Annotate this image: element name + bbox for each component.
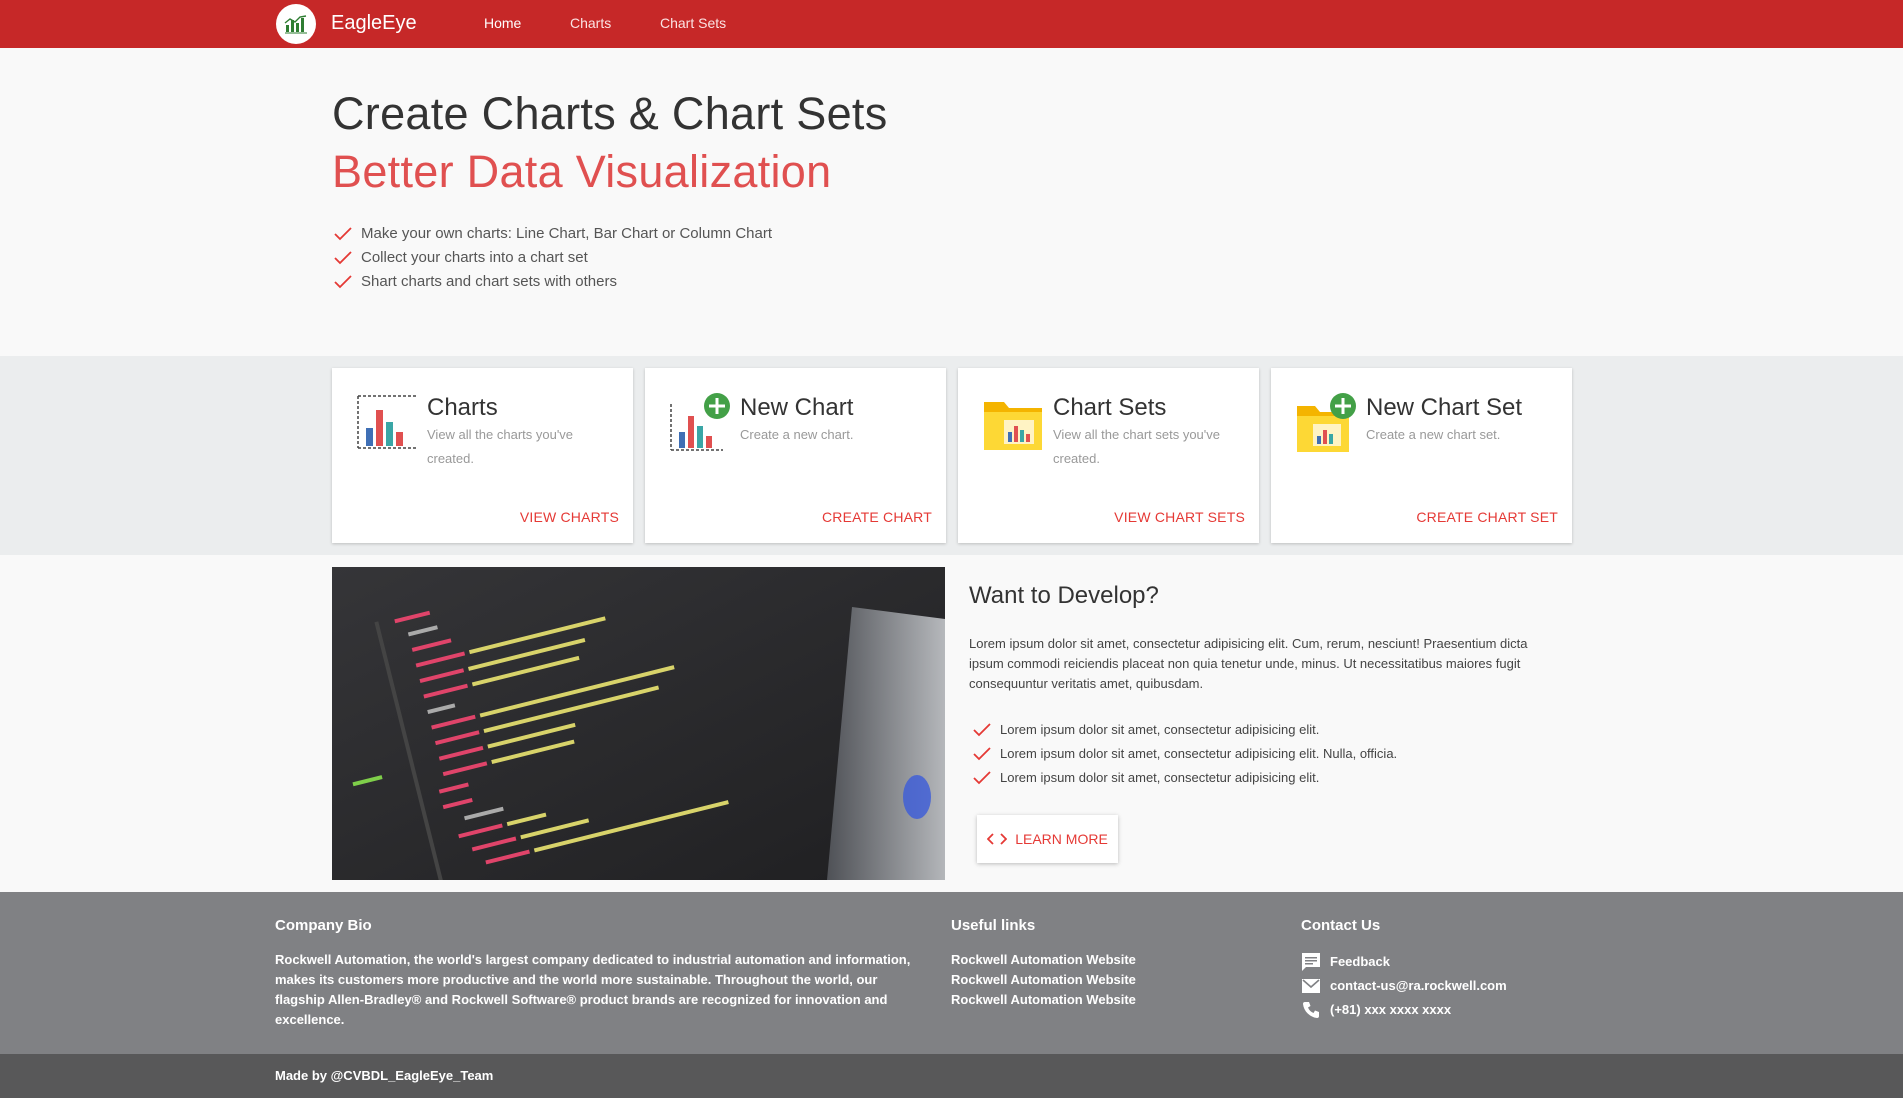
check-icon [334, 251, 352, 265]
bar-chart-icon [357, 395, 416, 449]
new-chart-icon [670, 393, 730, 451]
app-logo[interactable] [276, 4, 316, 44]
feature-text: Shart charts and chart sets with others [361, 273, 617, 290]
card-description: Create a new chart. [740, 427, 854, 442]
learn-more-button[interactable]: LEARN MORE [977, 815, 1118, 863]
nav-charts-link[interactable]: Charts [570, 15, 611, 31]
code-screenshot-image [332, 567, 945, 880]
feedback-icon [1302, 953, 1320, 971]
feature-list: Make your own charts: Line Chart, Bar Ch… [332, 222, 772, 294]
card-description: Create a new chart set. [1366, 427, 1501, 442]
useful-link[interactable]: Rockwell Automation Website [951, 970, 1136, 990]
develop-title: Want to Develop? [969, 582, 1159, 609]
check-icon [334, 227, 352, 241]
card-description: View all the charts you've created. [427, 427, 574, 466]
new-chart-folder-icon [1297, 393, 1356, 452]
develop-list: Lorem ipsum dolor sit amet, consectetur … [971, 718, 1397, 790]
contact-feedback[interactable]: Feedback [1301, 950, 1507, 974]
contact-list: Feedback contact-us@ra.rockwell.com (+81… [1301, 950, 1507, 1022]
code-icon [987, 833, 1008, 845]
create-chart-set-button[interactable]: CREATE CHART SET [1416, 509, 1558, 525]
email-icon [1302, 979, 1320, 993]
nav-home-link[interactable]: Home [484, 15, 521, 31]
card-title: New Chart [740, 394, 854, 421]
useful-link[interactable]: Rockwell Automation Website [951, 990, 1136, 1010]
top-navbar: EagleEye Home Charts Chart Sets [0, 0, 1903, 48]
develop-item-text: Lorem ipsum dolor sit amet, consectetur … [1000, 746, 1398, 761]
feature-item: Collect your charts into a chart set [332, 246, 772, 270]
company-bio-text: Rockwell Automation, the world's largest… [275, 952, 911, 1027]
nav-chart-sets-link[interactable]: Chart Sets [660, 15, 726, 31]
footer: Company Bio Rockwell Automation, the wor… [0, 892, 1903, 1054]
develop-description: Lorem ipsum dolor sit amet, consectetur … [969, 636, 1528, 691]
made-by-text: Made by @CVBDL_EagleEye_Team [275, 1068, 494, 1083]
hero-subtitle: Better Data Visualization [332, 146, 832, 197]
company-bio-heading: Company Bio [275, 917, 372, 934]
view-chart-sets-button[interactable]: VIEW CHART SETS [1114, 509, 1245, 525]
feature-text: Make your own charts: Line Chart, Bar Ch… [361, 225, 772, 242]
contact-heading: Contact Us [1301, 917, 1381, 934]
cards-section: Charts View all the charts you've create… [0, 356, 1903, 555]
feature-text: Collect your charts into a chart set [361, 249, 588, 266]
brand-name[interactable]: EagleEye [331, 12, 417, 35]
develop-list-item: Lorem ipsum dolor sit amet, consectetur … [971, 742, 1397, 766]
view-charts-button[interactable]: VIEW CHARTS [520, 509, 619, 525]
check-icon [973, 723, 991, 737]
phone-icon [1303, 1002, 1319, 1018]
feedback-link[interactable]: Feedback [1330, 954, 1390, 969]
contact-email[interactable]: contact-us@ra.rockwell.com [1301, 974, 1507, 998]
create-chart-button[interactable]: CREATE CHART [822, 509, 932, 525]
contact-phone: (+81) xxx xxxx xxxx [1301, 998, 1507, 1022]
bottom-bar: Made by @CVBDL_EagleEye_Team [0, 1054, 1903, 1098]
card-description: View all the chart sets you've created. [1053, 427, 1220, 466]
new-chart-set-card: New Chart Set Create a new chart set. CR… [1271, 368, 1572, 543]
develop-item-text: Lorem ipsum dolor sit amet, consectetur … [1000, 722, 1320, 737]
check-icon [334, 275, 352, 289]
phone-number: (+81) xxx xxxx xxxx [1330, 1002, 1452, 1017]
useful-links-heading: Useful links [951, 917, 1036, 934]
check-icon [973, 771, 991, 785]
learn-more-label: LEARN MORE [1015, 831, 1108, 847]
card-title: New Chart Set [1366, 394, 1523, 421]
card-title: Chart Sets [1053, 394, 1167, 421]
charts-card: Charts View all the charts you've create… [332, 368, 633, 543]
useful-links-list: Rockwell Automation Website Rockwell Aut… [951, 950, 1136, 1010]
hero-section: Create Charts & Chart Sets Better Data V… [0, 48, 1903, 356]
chart-logo-icon [284, 15, 307, 34]
email-link[interactable]: contact-us@ra.rockwell.com [1330, 978, 1507, 993]
useful-link[interactable]: Rockwell Automation Website [951, 950, 1136, 970]
new-chart-card: New Chart Create a new chart. CREATE CHA… [645, 368, 946, 543]
chart-sets-card: Chart Sets View all the chart sets you'v… [958, 368, 1259, 543]
feature-item: Shart charts and chart sets with others [332, 270, 772, 294]
hero-title: Create Charts & Chart Sets [332, 88, 888, 139]
check-icon [973, 747, 991, 761]
develop-item-text: Lorem ipsum dolor sit amet, consectetur … [1000, 770, 1320, 785]
card-title: Charts [427, 394, 498, 421]
feature-item: Make your own charts: Line Chart, Bar Ch… [332, 222, 772, 246]
chart-folder-icon [984, 402, 1042, 450]
develop-list-item: Lorem ipsum dolor sit amet, consectetur … [971, 766, 1397, 790]
develop-list-item: Lorem ipsum dolor sit amet, consectetur … [971, 718, 1397, 742]
